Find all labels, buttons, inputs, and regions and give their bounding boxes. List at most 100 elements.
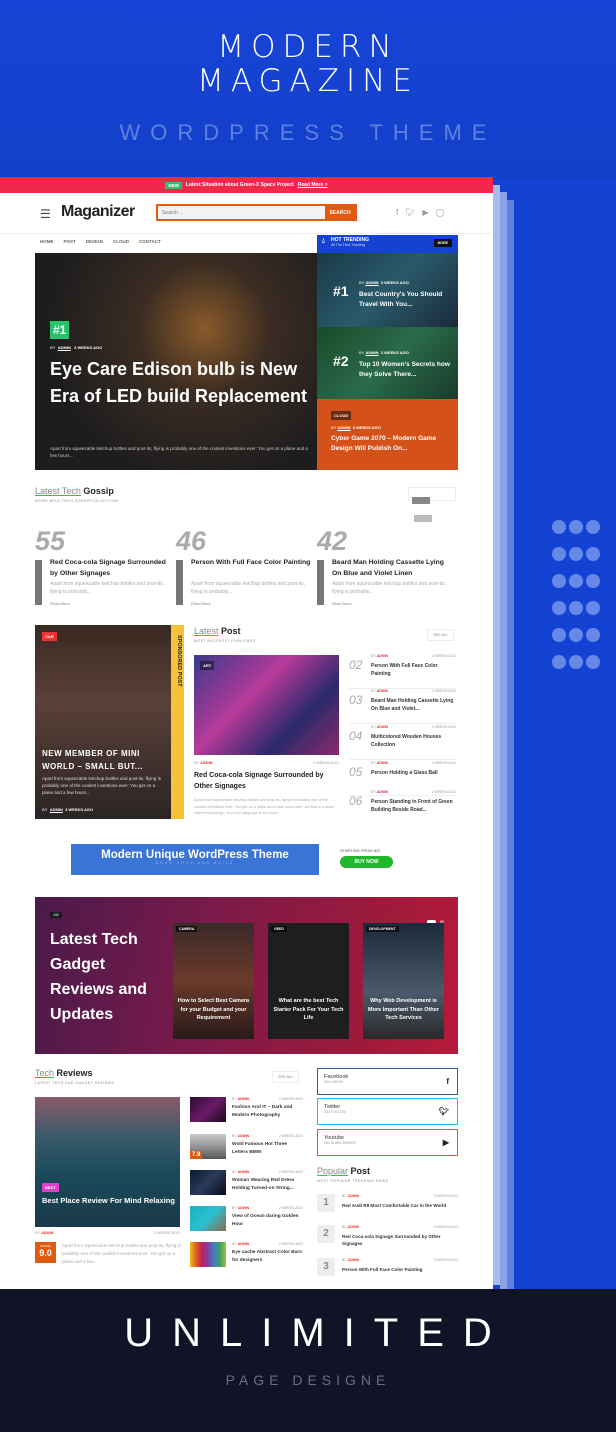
gadget-card-title: Why Web Development is More Important Th… [368, 998, 439, 1021]
gossip-title[interactable]: Red Coca-cola Signage Surrounded by Othe… [50, 557, 170, 579]
category-tag[interactable]: CLOUD [331, 411, 352, 420]
footer-subtitle: PAGE DESIGNE [225, 1372, 391, 1388]
social-counter-twitter[interactable]: Twitter 254 FOLLOW 🐦︎ [317, 1098, 458, 1125]
nav-item-contact[interactable]: CONTACT [139, 239, 161, 244]
read-more-link[interactable]: Read More [50, 601, 70, 606]
gadget-card[interactable]: GEED What are the best Tech Starter Pack… [268, 923, 349, 1039]
gossip-title[interactable]: Beard Man Holding Cassette Lying On Blue… [332, 557, 452, 579]
featured-title[interactable]: Eye Care Edison bulb is New Era of LED b… [50, 356, 312, 410]
more-button[interactable]: MORE [433, 239, 452, 247]
review-list-item[interactable]: BY ADMIN 2 WEEKS AGO Fashion And IT – Dar… [190, 1097, 303, 1127]
category-tag[interactable]: ART [200, 661, 215, 670]
gadget-card[interactable]: DEVELOPMENT Why Web Development is More … [363, 923, 444, 1039]
date-strip [176, 560, 183, 605]
read-more-link[interactable]: Read More [191, 601, 211, 606]
section-title-reviews: Tech Reviews [35, 1068, 93, 1078]
review-list-item[interactable]: BY ADMIN 2 WEEKS AGO Woman Wearing Red Dr… [190, 1170, 303, 1200]
nav-item-post[interactable]: POST [64, 239, 76, 244]
latest-list-item[interactable]: 02 BY ADMIN 2 WEEKS AGO Person With Full … [349, 654, 456, 689]
trending-title: Cyber Game 2070 – Modern Game Design Wil… [331, 435, 437, 452]
buy-now-button[interactable]: BUY NOW [340, 856, 393, 868]
popular-item[interactable]: 1 BY ADMIN 3 WEEKS AGO Red Audi R8 Most C… [317, 1194, 458, 1219]
new-badge: NEW [165, 181, 182, 189]
post-count: 192 [50, 912, 62, 918]
post-meta: BY ADMIN 3 WEEKS AGO [359, 280, 409, 285]
announcement-link[interactable]: Read More > [298, 182, 328, 188]
section-subtitle: MOST RECENTLY PUBLISHED [194, 639, 256, 643]
social-counter-facebook[interactable]: Facebook 254 LINKES f [317, 1068, 458, 1095]
promo-footer: UNLIMITED PAGE DESIGNE [0, 1289, 616, 1432]
latest-list-item[interactable]: 03 BY ADMIN 2 WEEKS AGO Beard Man Holding… [349, 689, 456, 724]
page-stack-layer [507, 200, 514, 1300]
section-subtitle: WORD WILD TECH GOSSIPCOLLECTION [35, 499, 119, 503]
category-tag[interactable]: BEST [42, 1183, 59, 1192]
section-subtitle: LATEST TECH AND GADGET REVIEWS [35, 1081, 115, 1085]
latest-list-item[interactable]: 04 BY ADMIN 2 WEEKS AGO Multicolored Wood… [349, 725, 456, 760]
trending-item[interactable]: #1 BY ADMIN 3 WEEKS AGO Best Country's Y… [317, 253, 458, 327]
next-button[interactable] [414, 515, 432, 522]
author-link[interactable]: ADMIN [58, 345, 71, 350]
decorative-dots [552, 520, 612, 682]
review-thumbnail [190, 1097, 226, 1122]
trending-item[interactable]: #2 BY ADMIN 3 WEEKS AGO Top 10 Women's S… [317, 327, 458, 399]
latest-list-item[interactable]: 06 BY ADMIN 2 WEEKS AGO Person Standing i… [349, 790, 456, 825]
see-all-button[interactable]: SEE ALL [427, 629, 455, 641]
youtube-icon[interactable]: ▶ [422, 208, 428, 217]
review-list-item[interactable]: 7.9 BY ADMIN 2 WEEKS AGO Wold Famous Hot … [190, 1134, 303, 1164]
instagram-icon[interactable]: ◯ [436, 208, 445, 217]
post-meta: BY ADMIN 3 WEEKS AGO [42, 807, 94, 812]
gossip-item[interactable]: 42 Beard Man Holding Cassette Lying On B… [317, 527, 447, 606]
category-tag[interactable]: GEED [271, 926, 287, 932]
search-input[interactable] [158, 206, 325, 219]
promo-title-line1: MODERN [217, 29, 399, 65]
price-text: STARTING FROM $22 [340, 848, 381, 853]
post-meta: BY ADMIN 3 WEEKS AGO [331, 425, 381, 430]
sponsored-excerpt: Apart from squeezable ketchup bottles an… [42, 776, 161, 795]
header-social-links: f 🐦︎ ▶ ◯ [396, 208, 445, 217]
review-main-title: Best Place Review For Mind Relaxing [42, 1196, 175, 1205]
social-counter-youtube[interactable]: Youtube 254 SUBSCRIBERS ▶ [317, 1129, 458, 1156]
latest-post-title[interactable]: Red Coca-cola Signage Surrounded by Othe… [194, 770, 344, 792]
sponsored-post[interactable]: CAR SPONSORED POST NEW MEMBER OF MINI WO… [35, 625, 184, 819]
review-main-excerpt: Apart from squeezable ketchup bottles an… [62, 1243, 181, 1264]
search-button[interactable]: SEARCH [325, 206, 355, 219]
trending-item[interactable]: CLOUD BY ADMIN 3 WEEKS AGO Cyber Game 20… [317, 399, 458, 470]
featured-post[interactable]: #1 BY ADMIN 3 WEEKS AGO Eye Care Edison … [35, 253, 317, 470]
latest-post-image[interactable]: ART [194, 655, 339, 755]
category-tag[interactable]: DEVELOPMENT [366, 926, 399, 932]
facebook-icon: f [446, 1077, 449, 1086]
nav-item-design[interactable]: DESIGN [86, 239, 103, 244]
post-meta: BY ADMIN 3 WEEKS AGO [359, 350, 409, 355]
category-tag[interactable]: CAR [42, 632, 57, 641]
category-tag[interactable]: CAMERA [176, 926, 198, 932]
see-all-button[interactable]: SEE ALL [272, 1071, 300, 1083]
facebook-icon[interactable]: f [396, 208, 398, 217]
review-list-item[interactable]: BY ADMIN 2 WEEKS AGO Eye cache Abstract C… [190, 1242, 303, 1272]
ad-banner[interactable]: Modern Unique WordPress Theme DRAG DROP … [71, 844, 319, 875]
rating-badge: RATING 9.0 [35, 1242, 56, 1263]
gossip-item[interactable]: 55 Red Coca-cola Signage Surrounded by O… [35, 527, 166, 606]
twitter-icon[interactable]: 🐦︎ [405, 208, 415, 217]
trending-rank: #1 [333, 283, 349, 299]
date-strip [35, 560, 42, 605]
popular-item[interactable]: 2 BY ADMIN 3 WEEKS AGO Red Coca-cola Sign… [317, 1225, 458, 1250]
gossip-title[interactable]: Person With Full Face Color Painting [191, 557, 311, 568]
review-main-image[interactable]: BEST Best Place Review For Mind Relaxing [35, 1097, 180, 1227]
review-thumbnail [190, 1206, 226, 1231]
post-meta: BY ADMIN 2 WEEKS AGO [194, 761, 339, 765]
nav-item-cloud[interactable]: CLOUD [113, 239, 129, 244]
latest-post-excerpt: Apart from squeezable ketchup bottles an… [194, 798, 335, 815]
site-logo[interactable]: Maganizer [61, 203, 135, 221]
search-form: SEARCH [156, 204, 357, 221]
prev-button[interactable] [412, 497, 430, 504]
nav-item-home[interactable]: HOME [40, 239, 54, 244]
menu-icon[interactable]: ☰ [40, 207, 51, 221]
gadget-card[interactable]: CAMERA How to Select Best Camera for you… [173, 923, 254, 1039]
gossip-item[interactable]: 46 Person With Full Face Color Painting … [176, 527, 310, 606]
review-list-item[interactable]: BY ADMIN 2 WEEKS AGO View of Ocean daring… [190, 1206, 303, 1236]
review-thumbnail [190, 1170, 226, 1195]
popular-item[interactable]: 3 BY ADMIN 3 WEEKS AGO Person With Full F… [317, 1258, 458, 1283]
page-stack-layer [493, 185, 500, 1285]
read-more-link[interactable]: Read More [332, 601, 352, 606]
section-title-latest: Latest Post [194, 626, 241, 636]
